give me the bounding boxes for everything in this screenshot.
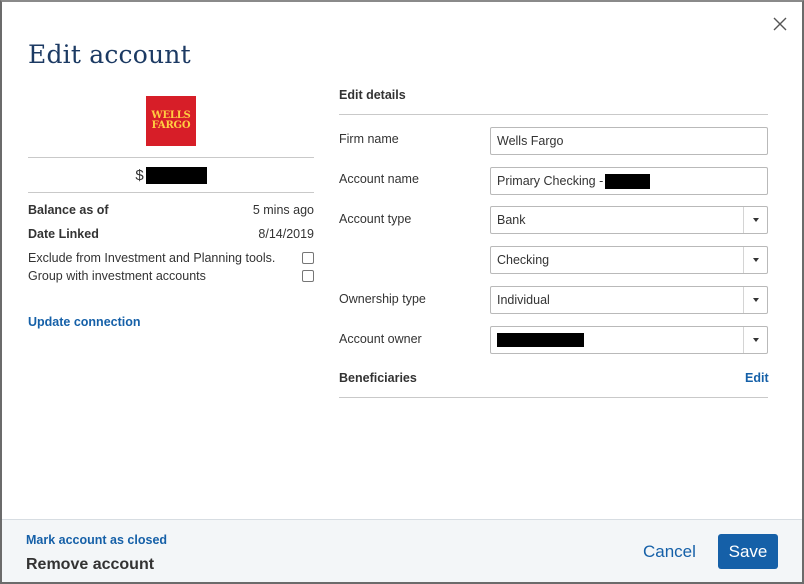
account-subtype-value: Checking (497, 253, 550, 267)
account-subtype-select[interactable]: Checking (490, 246, 768, 274)
dialog-footer: Mark account as closed Remove account Ca… (2, 519, 802, 582)
divider (28, 157, 314, 158)
balance: $ (28, 166, 314, 184)
divider (339, 397, 768, 398)
firm-name-label: Firm name (339, 132, 399, 146)
balance-as-of-value: 5 mins ago (252, 203, 314, 217)
account-type-value: Bank (497, 213, 526, 227)
account-name-input[interactable]: Primary Checking - (490, 167, 768, 195)
divider (339, 114, 768, 115)
exclude-checkbox[interactable] (302, 252, 314, 264)
group-checkbox[interactable] (302, 270, 314, 282)
balance-as-of-row: Balance as of 5 mins ago (28, 203, 314, 217)
mark-account-closed-link[interactable]: Mark account as closed (26, 533, 167, 547)
cancel-button[interactable]: Cancel (643, 542, 696, 562)
logo-line-2: FARGO (151, 120, 191, 131)
update-connection-link[interactable]: Update connection (28, 315, 141, 329)
redacted-owner-name (497, 333, 584, 347)
save-button[interactable]: Save (718, 534, 778, 569)
account-owner-label: Account owner (339, 332, 422, 346)
close-icon[interactable] (772, 16, 788, 32)
date-linked-label: Date Linked (28, 227, 99, 241)
account-owner-select[interactable] (490, 326, 768, 354)
account-name-value: Primary Checking - (497, 174, 604, 188)
exclude-row: Exclude from Investment and Planning too… (28, 251, 314, 265)
date-linked-row: Date Linked 8/14/2019 (28, 227, 314, 241)
group-label: Group with investment accounts (28, 269, 206, 283)
chevron-down-icon (743, 287, 767, 313)
date-linked-value: 8/14/2019 (258, 227, 314, 241)
account-type-label: Account type (339, 212, 412, 226)
wells-fargo-logo: WELLS FARGO (146, 96, 196, 146)
balance-currency: $ (135, 166, 144, 184)
chevron-down-icon (743, 247, 767, 273)
ownership-type-select[interactable]: Individual (490, 286, 768, 314)
balance-as-of-label: Balance as of (28, 203, 109, 217)
redacted-account-number (605, 173, 651, 189)
ownership-type-value: Individual (497, 293, 550, 307)
beneficiaries-edit-link[interactable]: Edit (745, 371, 769, 385)
chevron-down-icon (743, 327, 767, 353)
group-row: Group with investment accounts (28, 269, 314, 283)
firm-name-input[interactable]: Wells Fargo (490, 127, 768, 155)
firm-name-value: Wells Fargo (497, 134, 564, 148)
account-type-select[interactable]: Bank (490, 206, 768, 234)
remove-account-link[interactable]: Remove account (26, 556, 154, 574)
dialog-title: Edit account (28, 40, 191, 69)
redacted-balance (145, 166, 207, 184)
divider (28, 192, 314, 193)
edit-account-dialog: Edit account WELLS FARGO $ Balance as of… (0, 0, 804, 584)
ownership-type-label: Ownership type (339, 292, 426, 306)
beneficiaries-label: Beneficiaries (339, 371, 417, 385)
account-name-label: Account name (339, 172, 419, 186)
edit-details-heading: Edit details (339, 88, 406, 102)
exclude-label: Exclude from Investment and Planning too… (28, 251, 276, 265)
chevron-down-icon (743, 207, 767, 233)
